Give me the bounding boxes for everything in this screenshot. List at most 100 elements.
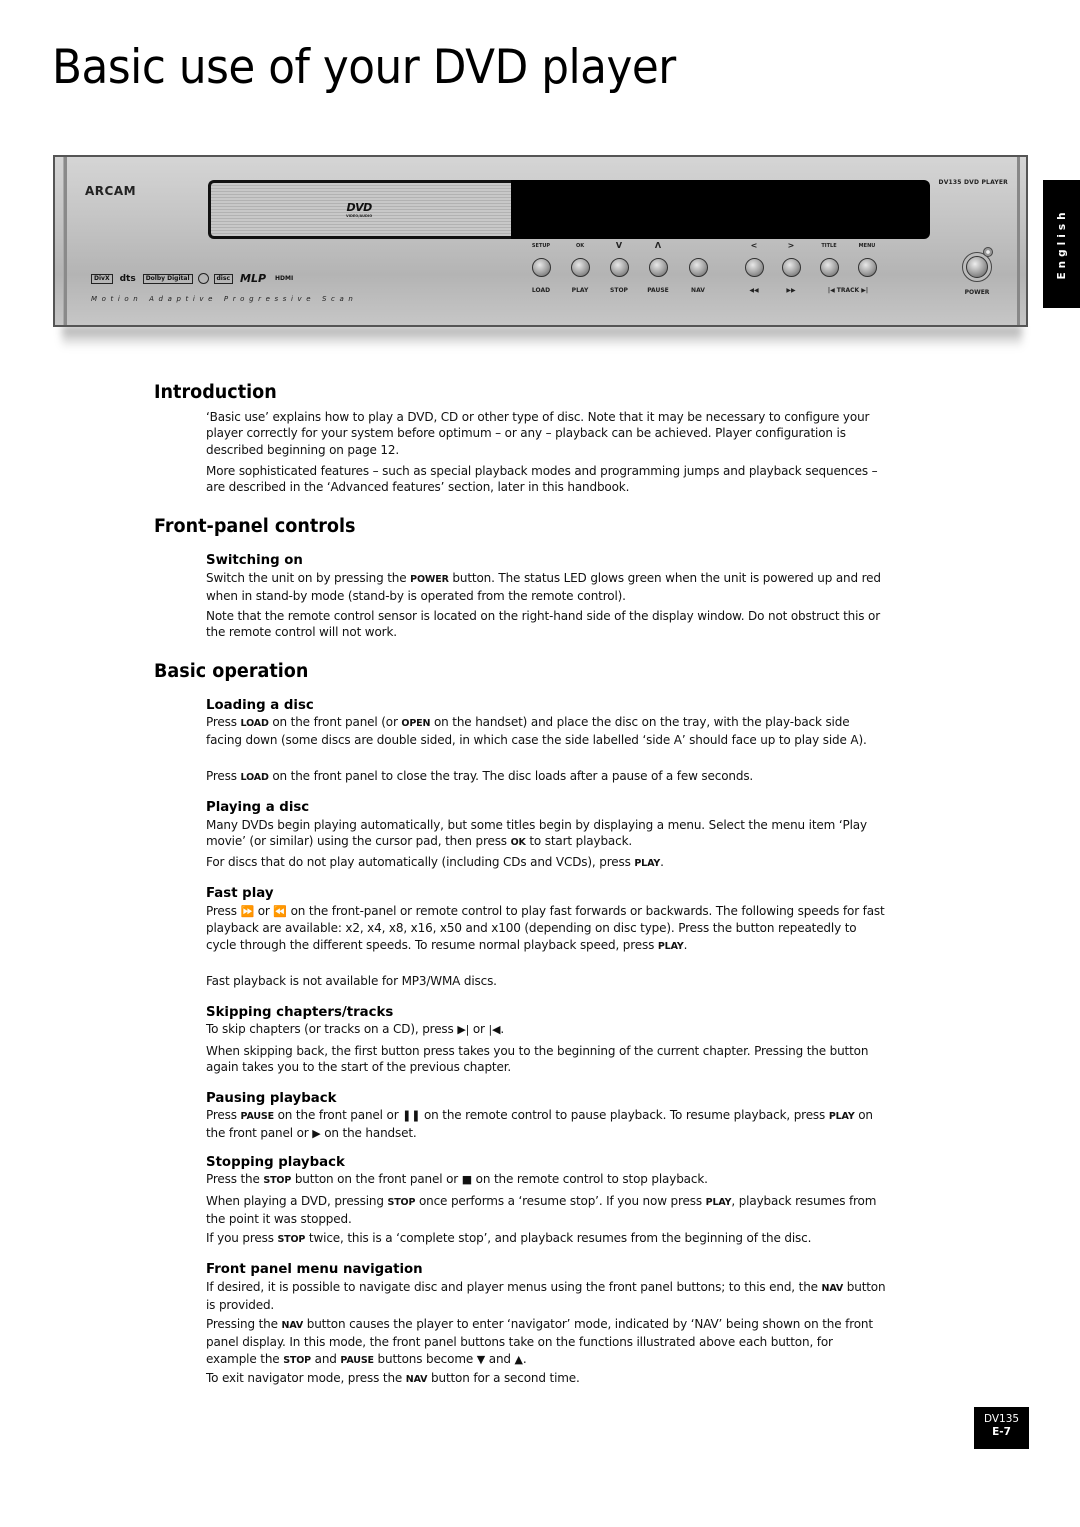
section-heading-front-panel-controls: Front-panel controls (154, 516, 356, 537)
next-chapter-icon: ▶| (457, 1023, 470, 1036)
section-heading-basic-operation: Basic operation (154, 661, 309, 682)
text: To skip chapters (or tracks on a CD), pr… (206, 1022, 458, 1036)
divx-logo: DivX (91, 273, 113, 284)
paragraph: Many DVDs begin playing automatically, b… (206, 817, 886, 852)
dvd-logo: DVD VIDEO/AUDIO (346, 201, 372, 218)
button-top-label: MENU (858, 243, 876, 249)
key-name: PLAY (657, 940, 684, 952)
text: on the remote control to pause playback.… (420, 1108, 829, 1122)
text: . (660, 855, 664, 869)
text: on the front panel or (273, 1108, 403, 1122)
text: to start playback. (525, 834, 633, 849)
rewind-button (745, 258, 764, 277)
button-bottom-label: STOP (610, 287, 628, 294)
page-number: E-7 (992, 1426, 1011, 1438)
text: on the remote control to stop playback. (471, 1172, 708, 1186)
subheading-stopping-playback: Stopping playback (206, 1155, 345, 1170)
button-bottom-label: PAUSE (647, 287, 669, 294)
paragraph: Note that the remote control sensor is l… (206, 609, 881, 640)
play-button (571, 258, 590, 277)
key-name: OK (510, 837, 526, 849)
subheading-loading-a-disc: Loading a disc (206, 698, 314, 713)
text: buttons become (373, 1351, 477, 1366)
paragraph: If you press STOP twice, this is a ‘comp… (206, 1230, 886, 1248)
text: button for a second time. (427, 1371, 580, 1385)
text: Press the (206, 1172, 264, 1186)
mlp-logo: MLP (240, 271, 267, 285)
text: and (310, 1351, 341, 1366)
key-name: NAV (821, 1283, 844, 1294)
dolby-digital-logo: Dolby Digital (142, 273, 193, 284)
key-name: PAUSE (240, 1111, 275, 1122)
pause-icon: ❚❚ (402, 1109, 421, 1122)
text: on the front panel (or (268, 715, 402, 729)
language-label: English (1055, 208, 1068, 280)
stop-button (610, 258, 629, 277)
stop-icon: ■ (461, 1173, 472, 1186)
paragraph: Press LOAD on the front panel (or OPEN o… (206, 714, 886, 749)
text: . (500, 1022, 505, 1036)
language-tab: English (1043, 180, 1080, 308)
key-name: PLAY (705, 1197, 732, 1208)
text: or (254, 904, 274, 918)
button-top-label: < (750, 241, 758, 250)
paragraph: To exit navigator mode, press the NAV bu… (206, 1370, 886, 1388)
track-next-button (858, 258, 877, 277)
key-name: PLAY (828, 1111, 855, 1122)
dts-logo: dts (119, 273, 136, 284)
pause-button (649, 258, 668, 277)
footer-model: DV135 (983, 1413, 1020, 1425)
key-name: PAUSE (340, 1354, 374, 1366)
paragraph: Pressing the NAV button causes the playe… (206, 1316, 886, 1369)
fast-forward-icon: ▶▶ (786, 287, 796, 294)
page-number-box: DV135 E-7 (974, 1407, 1029, 1449)
text: . (683, 937, 688, 952)
key-name: PLAY (634, 858, 661, 869)
left-endcap (63, 157, 67, 325)
key-name: OPEN (401, 718, 431, 729)
text: once performs a ‘resume stop’. If you no… (415, 1194, 706, 1208)
tagline: Motion Adaptive Progressive Scan (91, 295, 358, 303)
fast-forward-icon: ⏩ (240, 905, 255, 918)
up-arrow-icon: ▲ (514, 1352, 523, 1366)
paragraph: Press PAUSE on the front panel or ❚❚ on … (206, 1107, 886, 1143)
device-shadow (62, 326, 1022, 348)
track-prev-button (820, 258, 839, 277)
text: button on the front panel or (291, 1172, 462, 1186)
load-button (532, 258, 551, 277)
subheading-front-panel-menu-navigation: Front panel menu navigation (206, 1262, 423, 1277)
disc-tray: DVD VIDEO/AUDIO (208, 180, 511, 239)
key-name: LOAD (240, 718, 269, 729)
paragraph: Press ⏩ or ⏪ on the front-panel or remot… (206, 903, 886, 955)
key-name: NAV (281, 1320, 304, 1331)
format-logos: DivX dts Dolby Digital disc MLP HDMI (91, 273, 295, 284)
paragraph: When playing a DVD, pressing STOP once p… (206, 1193, 886, 1228)
paragraph: Press LOAD on the front panel to close t… (206, 768, 886, 786)
text: on the front-panel or remote control to … (206, 904, 885, 952)
key-name: NAV (405, 1374, 428, 1385)
paragraph: When skipping back, the first button pre… (206, 1044, 869, 1075)
subheading-pausing-playback: Pausing playback (206, 1091, 337, 1106)
subheading-fast-play: Fast play (206, 886, 274, 901)
button-bottom-label: PLAY (571, 287, 589, 294)
track-label: |◀ TRACK ▶| (827, 287, 869, 294)
status-led (983, 247, 993, 257)
key-name: STOP (387, 1197, 416, 1208)
paragraph: Switch the unit on by pressing the POWER… (206, 570, 886, 605)
key-name: POWER (410, 574, 449, 585)
page-title: Basic use of your DVD player (52, 40, 676, 95)
button-top-label: TITLE (821, 243, 837, 249)
text: on the handset. (320, 1126, 417, 1141)
button-top-label: V (615, 241, 623, 250)
text: or (469, 1022, 489, 1036)
compact-disc-logo: disc (213, 273, 233, 284)
text: twice, this is a ‘complete stop’, and pl… (305, 1231, 812, 1245)
right-endcap (1017, 157, 1020, 325)
paragraph: To skip chapters (or tracks on a CD), pr… (206, 1021, 886, 1038)
key-name: STOP (283, 1354, 311, 1366)
dvd-logo-subtext: VIDEO/AUDIO (346, 214, 373, 218)
text: For discs that do not play automatically… (206, 855, 635, 869)
text: If desired, it is possible to navigate d… (206, 1280, 822, 1294)
front-panel-illustration: ARCAM DVD VIDEO/AUDIO DV135 DVD PLAYER S… (53, 155, 1028, 327)
section-heading-introduction: Introduction (154, 382, 277, 403)
